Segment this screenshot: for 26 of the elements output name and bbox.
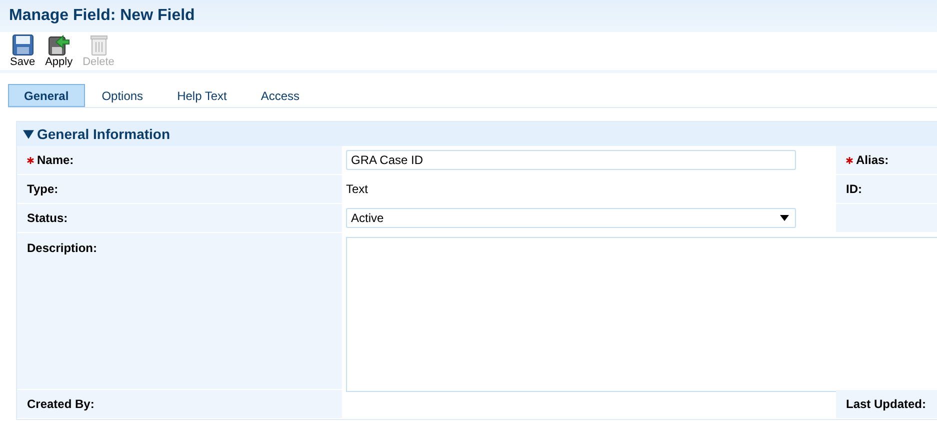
tab[interactable]: Access [244,84,317,107]
field-label: Name: [37,153,74,167]
field-label: Alias: [856,153,889,167]
field-label: Status: [27,211,68,225]
asterisk-icon [846,156,853,164]
section-header[interactable]: General Information [17,122,937,146]
asterisk-icon [27,156,34,164]
section-title: General Information [37,126,170,142]
field-label: ID: [846,182,862,196]
tab[interactable]: Options [84,84,160,107]
name-field[interactable]: GRA Case ID [346,150,796,170]
field-label: Created By: [27,397,94,411]
dropdown-arrow-icon [780,215,789,221]
toolbar-button[interactable]: Save [6,34,40,70]
tab[interactable]: Help Text [160,84,244,107]
field-label: Description: [27,241,98,255]
tab[interactable]: General [8,84,85,107]
field-value: Text [346,182,368,196]
description-field[interactable] [346,237,937,392]
field-label: Last Updated: [846,397,926,411]
page-title: Manage Field: New Field [9,7,195,25]
toolbar-button[interactable]: Apply [41,34,77,70]
trash-icon [88,34,110,56]
status-dropdown[interactable]: Active [346,208,796,228]
field-label: Type: [27,182,58,196]
floppy-arrow-icon [48,34,70,56]
